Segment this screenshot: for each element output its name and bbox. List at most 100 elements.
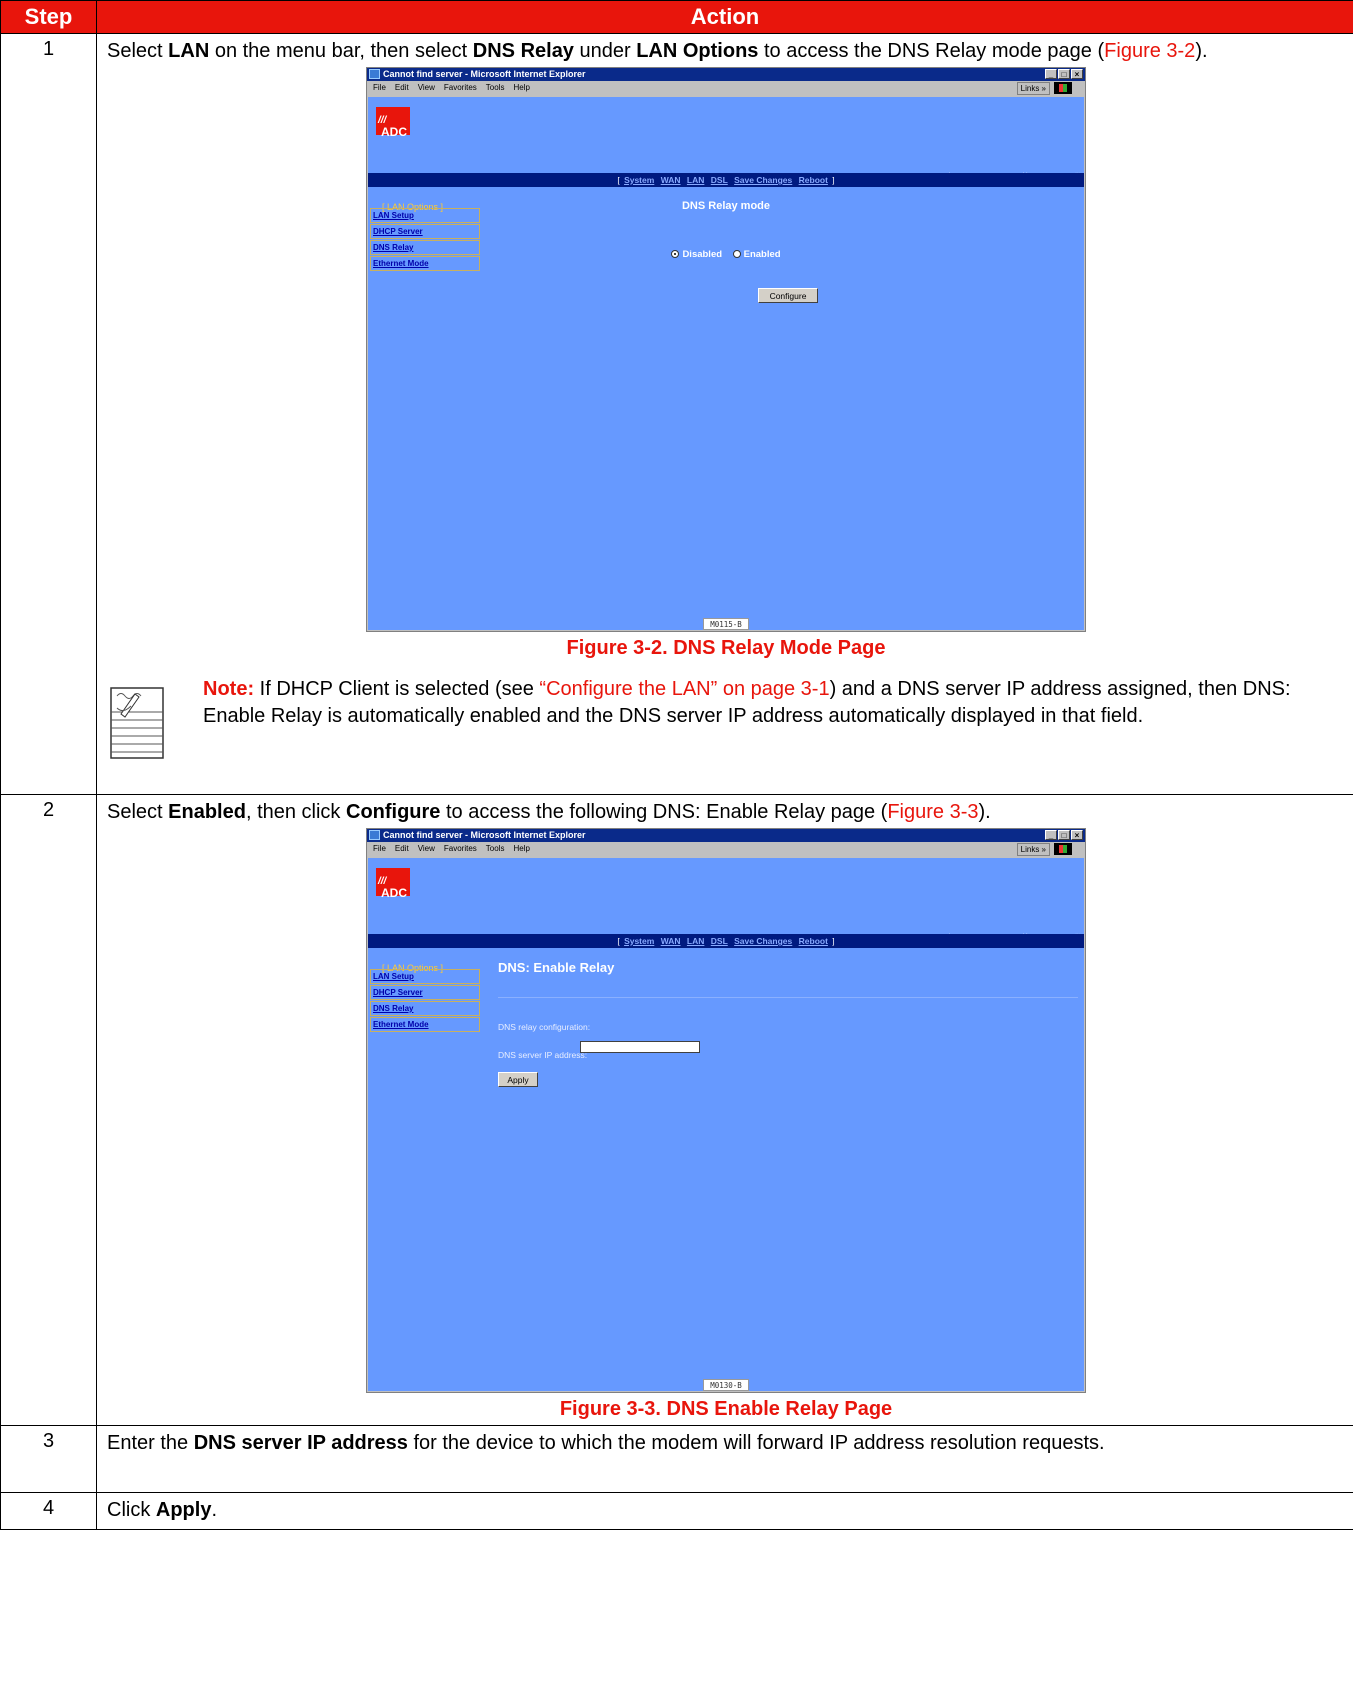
figure-caption: Figure 3-2. DNS Relay Mode Page bbox=[566, 637, 886, 659]
adc-logo: ///ADC bbox=[376, 868, 410, 900]
configure-button[interactable]: Configure bbox=[758, 288, 818, 303]
config-label: DNS relay configuration: bbox=[498, 1022, 591, 1032]
steps-table: Step Action 1 Select LAN on the menu bar… bbox=[0, 0, 1353, 1530]
text-bold: Enabled bbox=[168, 801, 246, 823]
sidebar-menu: LAN Setup DHCP Server DNS Relay Ethernet… bbox=[370, 969, 480, 1033]
text-bold: Apply bbox=[155, 1499, 212, 1521]
top-nav: [ System WAN LAN DSL Save Changes Reboot… bbox=[368, 173, 1084, 187]
menu-edit[interactable]: Edit bbox=[395, 844, 409, 853]
divider bbox=[498, 997, 1078, 998]
menu-favorites[interactable]: Favorites bbox=[444, 844, 477, 853]
note-text: Note: If DHCP Client is selected (see “C… bbox=[203, 676, 1345, 730]
nav-dsl[interactable]: DSL bbox=[711, 936, 728, 946]
menu-view[interactable]: View bbox=[418, 83, 435, 92]
step-text: Select LAN on the menu bar, then select … bbox=[107, 38, 1345, 65]
sidebar-item-lan-setup[interactable]: LAN Setup bbox=[370, 969, 480, 984]
menu-file[interactable]: File bbox=[373, 844, 386, 853]
nav-dsl[interactable]: DSL bbox=[711, 175, 728, 185]
browser-screenshot: Cannot find server - Microsoft Internet … bbox=[366, 67, 1086, 632]
ie-icon bbox=[369, 830, 380, 840]
figure-caption: Figure 3-3. DNS Enable Relay Page bbox=[559, 1398, 893, 1420]
browser-screenshot: Cannot find server - Microsoft Internet … bbox=[366, 828, 1086, 1393]
menu-edit[interactable]: Edit bbox=[395, 83, 409, 92]
window-titlebar: Cannot find server - Microsoft Internet … bbox=[367, 829, 1085, 842]
nav-wan[interactable]: WAN bbox=[661, 936, 681, 946]
menu-bar: File Edit View Favorites Tools Help Links » bbox=[367, 842, 1085, 856]
links-button[interactable]: Links » bbox=[1016, 82, 1050, 95]
close-icon[interactable]: × bbox=[1071, 830, 1083, 840]
nav-reboot[interactable]: Reboot bbox=[799, 936, 828, 946]
step-action: Click Apply. bbox=[96, 1492, 1353, 1530]
sidebar-item-dhcp-server[interactable]: DHCP Server bbox=[370, 224, 480, 239]
step-column-header: Step bbox=[0, 0, 97, 34]
note-block: Note: If DHCP Client is selected (see “C… bbox=[107, 674, 1345, 794]
figure-code: M0115-B bbox=[703, 618, 749, 630]
menu-view[interactable]: View bbox=[418, 844, 435, 853]
note-pad-icon bbox=[110, 687, 164, 759]
nav-save-changes[interactable]: Save Changes bbox=[734, 175, 792, 185]
note-label: Note: bbox=[203, 678, 255, 700]
menu-bar: File Edit View Favorites Tools Help Links » bbox=[367, 81, 1085, 95]
window-title: Cannot find server - Microsoft Internet … bbox=[383, 830, 586, 840]
menu-help[interactable]: Help bbox=[513, 83, 529, 92]
radio-disabled[interactable] bbox=[671, 250, 680, 258]
page-content: ///ADC Web Management powered by SmartCH… bbox=[368, 858, 1084, 1391]
menu-file[interactable]: File bbox=[373, 83, 386, 92]
text-run: Select bbox=[107, 801, 169, 823]
figure-code: M0130-B bbox=[703, 1379, 749, 1391]
radio-enabled[interactable] bbox=[732, 250, 741, 258]
apply-button[interactable]: Apply bbox=[498, 1072, 538, 1087]
sidebar-item-ethernet-mode[interactable]: Ethernet Mode bbox=[370, 1017, 480, 1032]
top-nav: [ System WAN LAN DSL Save Changes Reboot… bbox=[368, 934, 1084, 948]
radio-disabled-label: Disabled bbox=[682, 249, 723, 260]
table-row: 2 Select Enabled, then click Configure t… bbox=[0, 794, 1353, 1426]
table-row: 1 Select LAN on the menu bar, then selec… bbox=[0, 33, 1353, 795]
links-button[interactable]: Links » bbox=[1016, 843, 1050, 856]
menu-help[interactable]: Help bbox=[513, 844, 529, 853]
text-run: , then click bbox=[245, 801, 346, 823]
minimize-icon[interactable]: _ bbox=[1045, 830, 1057, 840]
text-bold: Configure bbox=[346, 801, 441, 823]
table-header-row: Step Action bbox=[0, 0, 1353, 34]
maximize-icon[interactable]: □ bbox=[1058, 69, 1070, 79]
step-number: 2 bbox=[0, 794, 97, 1426]
cross-reference-link[interactable]: “Configure the LAN” on page 3-1 bbox=[539, 678, 829, 700]
text-run: on the menu bar, then select bbox=[209, 40, 473, 62]
dns-ip-input[interactable] bbox=[580, 1041, 700, 1053]
step-text: Select Enabled, then click Configure to … bbox=[107, 799, 1345, 826]
dns-ip-label: DNS server IP address: bbox=[498, 1050, 588, 1060]
page-title: DNS Relay mode bbox=[681, 200, 771, 212]
menu-tools[interactable]: Tools bbox=[486, 83, 505, 92]
figure-link[interactable]: Figure 3-2 bbox=[1104, 40, 1195, 62]
text-run: under bbox=[573, 40, 637, 62]
ie-icon bbox=[369, 69, 380, 79]
close-icon[interactable]: × bbox=[1071, 69, 1083, 79]
sidebar-item-dns-relay[interactable]: DNS Relay bbox=[370, 1001, 480, 1016]
maximize-icon[interactable]: □ bbox=[1058, 830, 1070, 840]
nav-lan[interactable]: LAN bbox=[687, 936, 704, 946]
nav-system[interactable]: System bbox=[624, 936, 654, 946]
nav-reboot[interactable]: Reboot bbox=[799, 175, 828, 185]
menu-tools[interactable]: Tools bbox=[486, 844, 505, 853]
text-bold: DNS server IP address bbox=[193, 1432, 408, 1454]
nav-wan[interactable]: WAN bbox=[661, 175, 681, 185]
table-row: 3 Enter the DNS server IP address for th… bbox=[0, 1425, 1353, 1493]
action-column-header: Action bbox=[96, 0, 1353, 34]
minimize-icon[interactable]: _ bbox=[1045, 69, 1057, 79]
nav-save-changes[interactable]: Save Changes bbox=[734, 936, 792, 946]
text-run: Select bbox=[107, 40, 169, 62]
adc-logo: ///ADC bbox=[376, 107, 410, 139]
figure-link[interactable]: Figure 3-3 bbox=[887, 801, 978, 823]
text-run: to access the DNS Relay mode page ( bbox=[758, 40, 1105, 62]
step-action: Select Enabled, then click Configure to … bbox=[96, 794, 1353, 1426]
relay-mode-radios: Disabled Enabled bbox=[368, 241, 1084, 268]
table-row: 4 Click Apply. bbox=[0, 1492, 1353, 1530]
nav-system[interactable]: System bbox=[624, 175, 654, 185]
sidebar-item-dhcp-server[interactable]: DHCP Server bbox=[370, 985, 480, 1000]
nav-lan[interactable]: LAN bbox=[687, 175, 704, 185]
menu-favorites[interactable]: Favorites bbox=[444, 83, 477, 92]
text-run: Click bbox=[107, 1499, 156, 1521]
step-action: Select LAN on the menu bar, then select … bbox=[96, 33, 1353, 795]
window-title: Cannot find server - Microsoft Internet … bbox=[383, 69, 586, 79]
step-number: 4 bbox=[0, 1492, 97, 1530]
